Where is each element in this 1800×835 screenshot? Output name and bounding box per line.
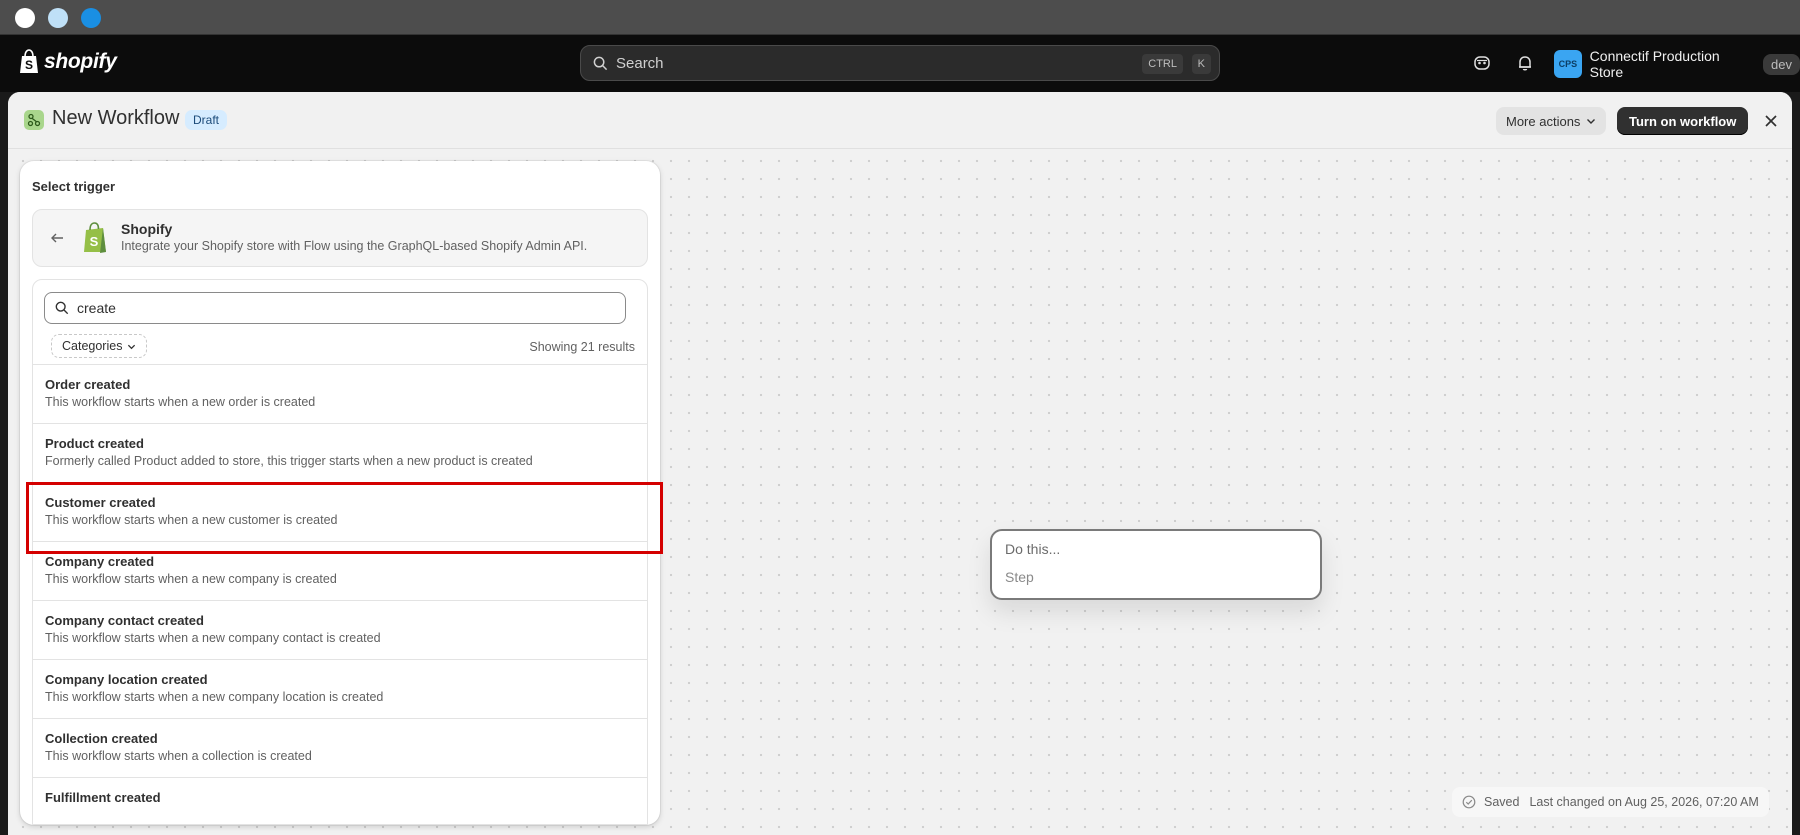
- bell-icon: [1519, 56, 1531, 71]
- page-title: New Workflow: [52, 107, 180, 129]
- sidekick-button[interactable]: [1471, 52, 1493, 74]
- list-item[interactable]: Company location created This workflow s…: [33, 659, 647, 718]
- trigger-description: Formerly called Product added to store, …: [45, 454, 533, 468]
- app-name: Shopify: [121, 221, 173, 237]
- trigger-description: This workflow starts when a collection i…: [45, 749, 312, 763]
- panel-title: Select trigger: [32, 179, 116, 194]
- trigger-title: Order created: [45, 377, 131, 392]
- store-name: Connectif Production Store: [1589, 48, 1720, 80]
- trigger-description: This workflow starts when a new customer…: [45, 513, 338, 527]
- node-heading: Do this...: [1005, 541, 1061, 557]
- more-actions-label: More actions: [1506, 113, 1581, 129]
- action-step-node[interactable]: Do this... Step: [990, 529, 1322, 600]
- trigger-title: Collection created: [45, 731, 158, 746]
- window-close-button[interactable]: [15, 8, 35, 28]
- search-icon: [55, 301, 69, 315]
- trigger-description: This workflow starts when a new company …: [45, 631, 381, 645]
- check-circle-icon: [1462, 795, 1476, 809]
- back-button[interactable]: [47, 228, 67, 248]
- trigger-title: Customer created: [45, 495, 156, 510]
- list-item[interactable]: Order created This workflow starts when …: [33, 364, 647, 423]
- top-bar: S shopify Search CTRL K CPS Connectif Pr…: [0, 35, 1800, 92]
- categories-label: Categories: [62, 339, 123, 353]
- trigger-title: Fulfillment created: [45, 790, 161, 805]
- store-switcher[interactable]: CPS Connectif Production Store dev: [1554, 48, 1800, 80]
- close-icon: [1765, 115, 1777, 127]
- app-description: Integrate your Shopify store with Flow u…: [121, 239, 588, 253]
- shopify-app-icon: S: [84, 222, 106, 253]
- store-env-badge: dev: [1763, 53, 1800, 75]
- trigger-title: Product created: [45, 436, 144, 451]
- app-card-shopify: S Shopify Integrate your Shopify store w…: [32, 209, 648, 267]
- trigger-title: Company created: [45, 554, 155, 569]
- chevron-down-icon: [1587, 119, 1596, 124]
- window-minimize-button[interactable]: [48, 8, 68, 28]
- brand-wordmark: shopify: [44, 50, 117, 73]
- categories-filter-button[interactable]: Categories: [51, 334, 148, 358]
- select-trigger-panel: Select trigger S Shopify Integrate your …: [20, 161, 660, 825]
- trigger-title: Company location created: [45, 672, 208, 687]
- saved-label: Saved: [1484, 795, 1520, 809]
- window-maximize-button[interactable]: [81, 8, 101, 28]
- shortcut-k: K: [1191, 54, 1211, 74]
- save-status: Saved Last changed on Aug 25, 2026, 07:2…: [1452, 787, 1769, 817]
- list-item[interactable]: Company contact created This workflow st…: [33, 600, 647, 659]
- trigger-list-container: create Categories Showing 21 results Ord…: [32, 279, 648, 825]
- shopify-logo[interactable]: S shopify: [18, 49, 117, 75]
- shopify-bag-icon: S: [20, 49, 38, 73]
- last-changed: Last changed on Aug 25, 2026, 07:20 AM: [1529, 795, 1759, 809]
- global-search[interactable]: Search CTRL K: [580, 45, 1220, 81]
- store-avatar: CPS: [1554, 50, 1582, 78]
- notifications-button[interactable]: [1514, 52, 1536, 74]
- node-step-label: Step: [1005, 569, 1034, 585]
- list-item[interactable]: Collection created This workflow starts …: [33, 718, 647, 777]
- trigger-description: This workflow starts when a new company …: [45, 572, 337, 586]
- more-actions-button[interactable]: More actions: [1496, 107, 1607, 135]
- editor-header: New Workflow Draft More actions Turn on …: [8, 92, 1792, 149]
- status-badge: Draft: [185, 110, 228, 130]
- workflow-editor: New Workflow Draft More actions Turn on …: [8, 92, 1792, 835]
- list-item-selected[interactable]: Customer created This workflow starts wh…: [33, 482, 647, 541]
- sidekick-icon: [1474, 56, 1490, 70]
- arrow-left-icon: [51, 233, 63, 243]
- close-editor-button[interactable]: [1760, 110, 1782, 132]
- trigger-search-value: create: [77, 300, 116, 316]
- trigger-list: Order created This workflow starts when …: [33, 364, 647, 824]
- results-count: Showing 21 results: [529, 340, 635, 354]
- chevron-down-icon: [128, 344, 136, 349]
- trigger-description: This workflow starts when a new company …: [45, 690, 384, 704]
- window-title-bar: [0, 0, 1800, 35]
- shortcut-ctrl: CTRL: [1142, 54, 1183, 74]
- search-icon: [593, 56, 608, 70]
- trigger-description: This workflow starts when a new order is…: [45, 395, 316, 409]
- list-item[interactable]: Company created This workflow starts whe…: [33, 541, 647, 600]
- list-item[interactable]: Product created Formerly called Product …: [33, 423, 647, 482]
- search-placeholder: Search: [616, 54, 664, 72]
- svg-text:S: S: [90, 234, 99, 249]
- flow-icon: [24, 110, 44, 130]
- trigger-title: Company contact created: [45, 613, 204, 628]
- list-item[interactable]: Fulfillment created: [33, 777, 647, 824]
- trigger-search-input[interactable]: create: [44, 292, 626, 324]
- svg-text:S: S: [25, 58, 33, 72]
- turn-on-workflow-button[interactable]: Turn on workflow: [1617, 107, 1749, 135]
